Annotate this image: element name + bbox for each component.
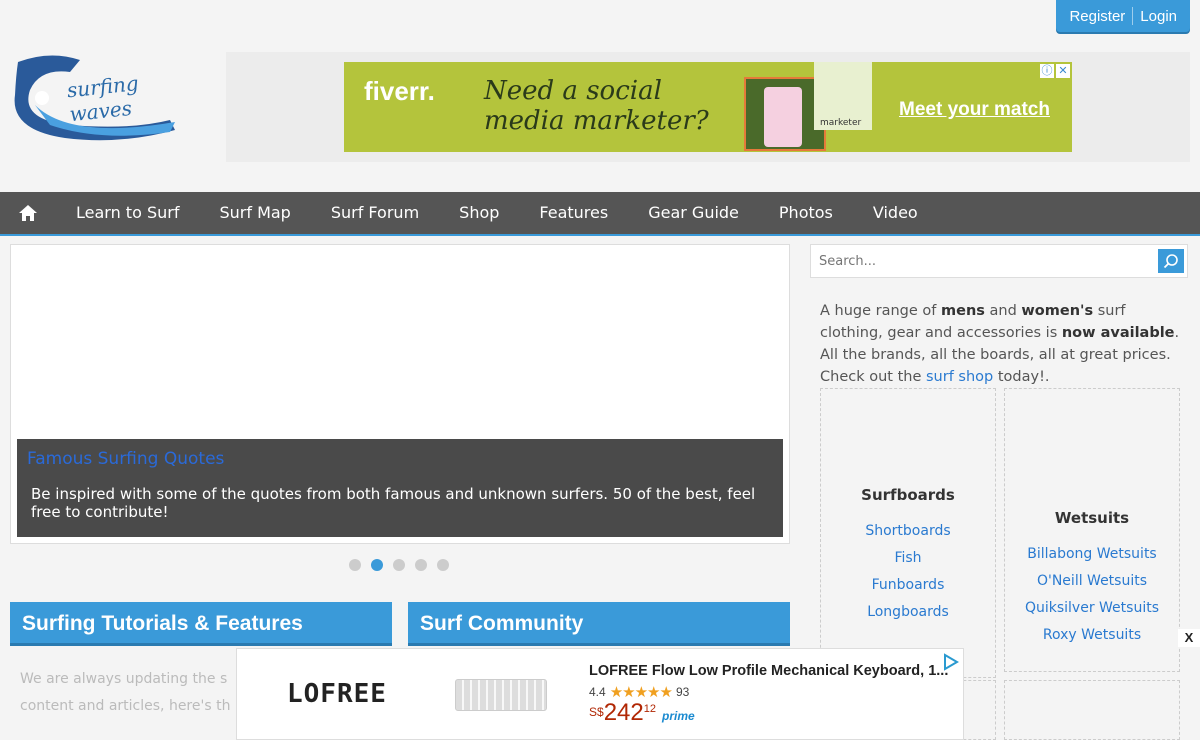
body-line-2: content and articles, here's th [20,698,231,714]
category-box-wetsuits: Wetsuits Billabong Wetsuits O'Neill Wets… [1004,388,1180,672]
tutorials-heading: Surfing Tutorials & Features [10,602,392,646]
promo-now-available: now available [1061,325,1175,341]
lofree-logo: LOFREE [287,679,387,709]
search-icon [1163,254,1178,269]
category-link[interactable]: Funboards [821,572,995,599]
nav-photos[interactable]: Photos [759,192,853,234]
main-nav: Learn to Surf Surf Map Surf Forum Shop F… [0,192,1200,236]
category-box-surfboards: Surfboards Shortboards Fish Funboards Lo… [820,388,996,678]
slide-caption: Famous Surfing Quotes Be inspired with s… [17,439,783,537]
promo-text: and [984,303,1022,319]
home-icon[interactable] [0,192,56,234]
review-count: 93 [675,685,690,699]
category-box [1004,680,1180,740]
search-input[interactable] [811,245,1157,277]
slide-description: Be inspired with some of the quotes from… [31,485,756,521]
keyboard-image [455,679,547,711]
slider-dots [349,559,449,571]
ad-card-text: marketer [820,118,862,128]
nav-surf-map[interactable]: Surf Map [199,192,310,234]
ad-price: S$ 242 12 prime [589,699,695,727]
nav-surf-forum[interactable]: Surf Forum [311,192,439,234]
category-title: Surfboards [861,486,955,504]
category-link[interactable]: O'Neill Wetsuits [1005,568,1179,595]
ad-brand: fiverr. [364,76,435,106]
prime-badge: prime [661,709,695,723]
slider-dot[interactable] [349,559,361,571]
feature-slider[interactable]: Famous Surfing Quotes Be inspired with s… [10,244,790,544]
ad-close-icon[interactable]: ✕ [1056,64,1070,78]
nav-gear-guide[interactable]: Gear Guide [628,192,759,234]
category-link[interactable]: Quiksilver Wetsuits [1005,595,1179,622]
register-link[interactable]: Register [1062,8,1132,25]
ad-card-image: marketer [814,62,872,130]
promo-mens: mens [941,303,985,319]
category-link[interactable]: Roxy Wetsuits [1005,622,1179,649]
promo-text: today!. [993,369,1050,385]
category-link[interactable]: Fish [821,545,995,572]
slider-dot[interactable] [437,559,449,571]
surf-shop-link[interactable]: surf shop [926,369,993,385]
slider-dot-active[interactable] [371,559,383,571]
top-ad-container: fiverr. Need a social media marketer? ma… [226,52,1190,162]
rating-value: 4.4 [589,685,606,699]
ad-cta-link[interactable]: Meet your match [899,99,1050,121]
price-cents: 12 [643,703,656,715]
login-link[interactable]: Login [1133,8,1184,25]
promo-womens: women's [1021,303,1094,319]
search-box [810,244,1188,278]
ad-product-title[interactable]: LOFREE Flow Low Profile Mechanical Keybo… [589,663,948,679]
fiverr-ad-banner[interactable]: fiverr. Need a social media marketer? ma… [344,62,1072,152]
bottom-ad-banner[interactable]: LOFREE LOFREE Flow Low Profile Mechanica… [236,648,964,740]
ad-info-icon[interactable]: ⓘ [1040,64,1054,78]
search-button[interactable] [1158,249,1184,273]
category-link[interactable]: Shortboards [821,518,995,545]
ad-choices: ⓘ ✕ [1040,64,1070,78]
nav-learn-to-surf[interactable]: Learn to Surf [56,192,199,234]
body-line-1: We are always updating the s [20,671,228,687]
nav-video[interactable]: Video [853,192,938,234]
ad-close-button[interactable]: X [1178,629,1200,647]
shop-promo-text: A huge range of mens and women's surf cl… [820,300,1180,388]
slider-dot[interactable] [415,559,427,571]
site-logo[interactable]: surfing waves [10,50,190,145]
category-link[interactable]: Longboards [821,599,995,626]
nav-shop[interactable]: Shop [439,192,519,234]
auth-bar: Register Login [1056,0,1190,32]
price-main: 242 [603,699,644,726]
nav-features[interactable]: Features [519,192,628,234]
category-link[interactable]: Billabong Wetsuits [1005,541,1179,568]
sections-body-text: We are always updating the s content and… [20,666,240,720]
community-heading: Surf Community [408,602,790,646]
category-title: Wetsuits [1054,509,1130,527]
ad-choices-icon[interactable] [941,653,959,671]
slide-title[interactable]: Famous Surfing Quotes [27,449,224,469]
slider-dot[interactable] [393,559,405,571]
promo-text: A huge range of [820,303,941,319]
ad-headline: Need a social media marketer? [484,76,709,136]
price-currency: S$ [589,705,604,719]
